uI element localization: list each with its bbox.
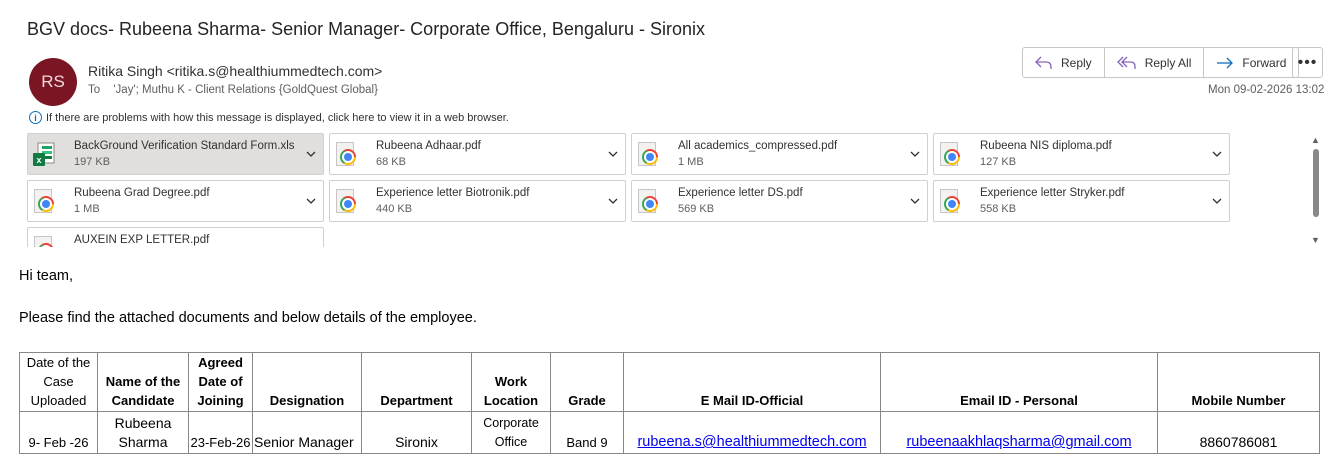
intro-text: Please find the attached documents and b… — [19, 310, 477, 326]
attachment-item[interactable]: x BackGround Verification Standard Form.… — [27, 133, 324, 175]
official-email-link[interactable]: rubeena.s@healthiummedtech.com — [637, 434, 866, 450]
scroll-up-arrow-icon[interactable]: ▲ — [1311, 135, 1320, 145]
info-icon: i — [29, 111, 42, 124]
chrome-pdf-icon — [638, 142, 658, 166]
table-cell: Sironix — [361, 411, 472, 454]
greeting-text: Hi team, — [19, 268, 73, 284]
chevron-down-icon[interactable] — [1211, 195, 1223, 207]
attachments-area: x BackGround Verification Standard Form.… — [27, 133, 1307, 247]
chrome-pdf-icon — [638, 189, 658, 213]
attachment-item[interactable]: Experience letter DS.pdf 569 KB — [631, 180, 928, 222]
col-header: E Mail ID-Official — [623, 352, 881, 412]
reply-all-label: Reply All — [1144, 55, 1192, 70]
chrome-pdf-icon — [336, 189, 356, 213]
scroll-down-arrow-icon[interactable]: ▼ — [1311, 235, 1320, 245]
scrollbar-thumb[interactable] — [1313, 149, 1319, 217]
chevron-down-icon[interactable] — [305, 148, 317, 160]
attachment-size: 558 KB — [980, 203, 1017, 215]
recipients-line: To 'Jay'; Muthu K - Client Relations {Go… — [88, 84, 378, 96]
table-cell: Corporate Office — [471, 411, 551, 454]
employee-details-table: Date of the Case Uploaded Name of the Ca… — [19, 352, 1320, 454]
table-cell: 8860786081 — [1157, 411, 1320, 454]
reply-button[interactable]: Reply — [1023, 48, 1105, 77]
table-cell: 23-Feb-26 — [188, 411, 253, 454]
attachment-item[interactable]: Rubeena Adhaar.pdf 68 KB — [329, 133, 626, 175]
chrome-pdf-icon — [940, 189, 960, 213]
attachment-item[interactable]: Rubeena Grad Degree.pdf 1 MB — [27, 180, 324, 222]
received-date: Mon 09-02-2026 13:02 — [1208, 84, 1325, 96]
attachment-size: 440 KB — [376, 203, 413, 215]
recipients[interactable]: 'Jay'; Muthu K - Client Relations {GoldQ… — [113, 84, 378, 96]
attachment-item[interactable]: Experience letter Stryker.pdf 558 KB — [933, 180, 1230, 222]
forward-icon — [1217, 57, 1234, 68]
attachment-name: AUXEIN EXP LETTER.pdf — [74, 234, 210, 246]
col-header: Date of the Case Uploaded — [19, 352, 98, 412]
attachment-name: Experience letter DS.pdf — [678, 187, 803, 199]
info-bar[interactable]: i If there are problems with how this me… — [29, 111, 509, 124]
attachment-name: Rubeena NIS diploma.pdf — [980, 140, 1112, 152]
chevron-down-icon[interactable] — [607, 148, 619, 160]
info-message[interactable]: If there are problems with how this mess… — [46, 112, 509, 124]
table-cell: 9- Feb -26 — [19, 411, 98, 454]
chevron-down-icon[interactable] — [607, 195, 619, 207]
table-cell: Senior Manager — [252, 411, 362, 454]
attachment-name: Rubeena Grad Degree.pdf — [74, 187, 210, 199]
chevron-down-icon[interactable] — [1211, 148, 1223, 160]
more-actions-button[interactable]: ••• — [1292, 47, 1323, 78]
table-cell: Band 9 — [550, 411, 624, 454]
attachment-item[interactable]: AUXEIN EXP LETTER.pdf — [27, 227, 324, 247]
attachment-name: BackGround Verification Standard Form.xl… — [74, 140, 295, 152]
attachment-item[interactable]: All academics_compressed.pdf 1 MB — [631, 133, 928, 175]
table-cell: rubeena.s@healthiummedtech.com — [623, 411, 881, 454]
chevron-down-icon[interactable] — [909, 148, 921, 160]
excel-icon: x — [33, 142, 55, 166]
to-label: To — [88, 84, 101, 96]
attachment-size: 127 KB — [980, 156, 1017, 168]
attachment-name: All academics_compressed.pdf — [678, 140, 838, 152]
attachment-item[interactable]: Rubeena NIS diploma.pdf 127 KB — [933, 133, 1230, 175]
chrome-pdf-icon — [34, 236, 54, 247]
forward-label: Forward — [1242, 55, 1287, 70]
attachment-size: 68 KB — [376, 156, 406, 168]
col-header: Name of the Candidate — [97, 352, 189, 412]
col-header: Mobile Number — [1157, 352, 1320, 412]
attachments-scrollbar[interactable]: ▲ ▼ — [1310, 135, 1322, 245]
attachment-size: 197 KB — [74, 156, 111, 168]
chevron-down-icon[interactable] — [305, 195, 317, 207]
sender[interactable]: Ritika Singh <ritika.s@healthiummedtech.… — [88, 63, 382, 79]
attachment-size: 1 MB — [678, 156, 704, 168]
chevron-down-icon[interactable] — [909, 195, 921, 207]
svg-text:x: x — [36, 155, 41, 165]
chrome-pdf-icon — [940, 142, 960, 166]
attachment-size: 569 KB — [678, 203, 715, 215]
table-row: 9- Feb -26 Rubeena Sharma 23-Feb-26 Seni… — [19, 411, 1320, 454]
col-header: Grade — [550, 352, 624, 412]
col-header: Email ID - Personal — [880, 352, 1158, 412]
table-cell: Rubeena Sharma — [97, 411, 189, 454]
avatar[interactable]: RS — [29, 58, 77, 106]
attachment-name: Experience letter Biotronik.pdf — [376, 187, 530, 199]
reply-all-button[interactable]: Reply All — [1105, 48, 1205, 77]
reply-all-icon — [1116, 56, 1136, 69]
chrome-pdf-icon — [336, 142, 356, 166]
attachment-item[interactable]: Experience letter Biotronik.pdf 440 KB — [329, 180, 626, 222]
attachment-size: 1 MB — [74, 203, 100, 215]
col-header: Work Location — [471, 352, 551, 412]
chrome-pdf-icon — [34, 189, 54, 213]
message-actions: Reply Reply All Forward — [1022, 47, 1300, 78]
personal-email-link[interactable]: rubeenaakhlaqsharma@gmail.com — [906, 434, 1131, 450]
col-header: Designation — [252, 352, 362, 412]
col-header: Agreed Date of Joining — [188, 352, 253, 412]
col-header: Department — [361, 352, 472, 412]
table-cell: rubeenaakhlaqsharma@gmail.com — [880, 411, 1158, 454]
email-subject: BGV docs- Rubeena Sharma- Senior Manager… — [27, 19, 705, 39]
table-header-row: Date of the Case Uploaded Name of the Ca… — [19, 352, 1320, 412]
reply-label: Reply — [1061, 55, 1092, 70]
attachment-name: Rubeena Adhaar.pdf — [376, 140, 481, 152]
forward-button[interactable]: Forward — [1204, 48, 1298, 77]
reply-icon — [1035, 56, 1052, 69]
attachment-name: Experience letter Stryker.pdf — [980, 187, 1125, 199]
